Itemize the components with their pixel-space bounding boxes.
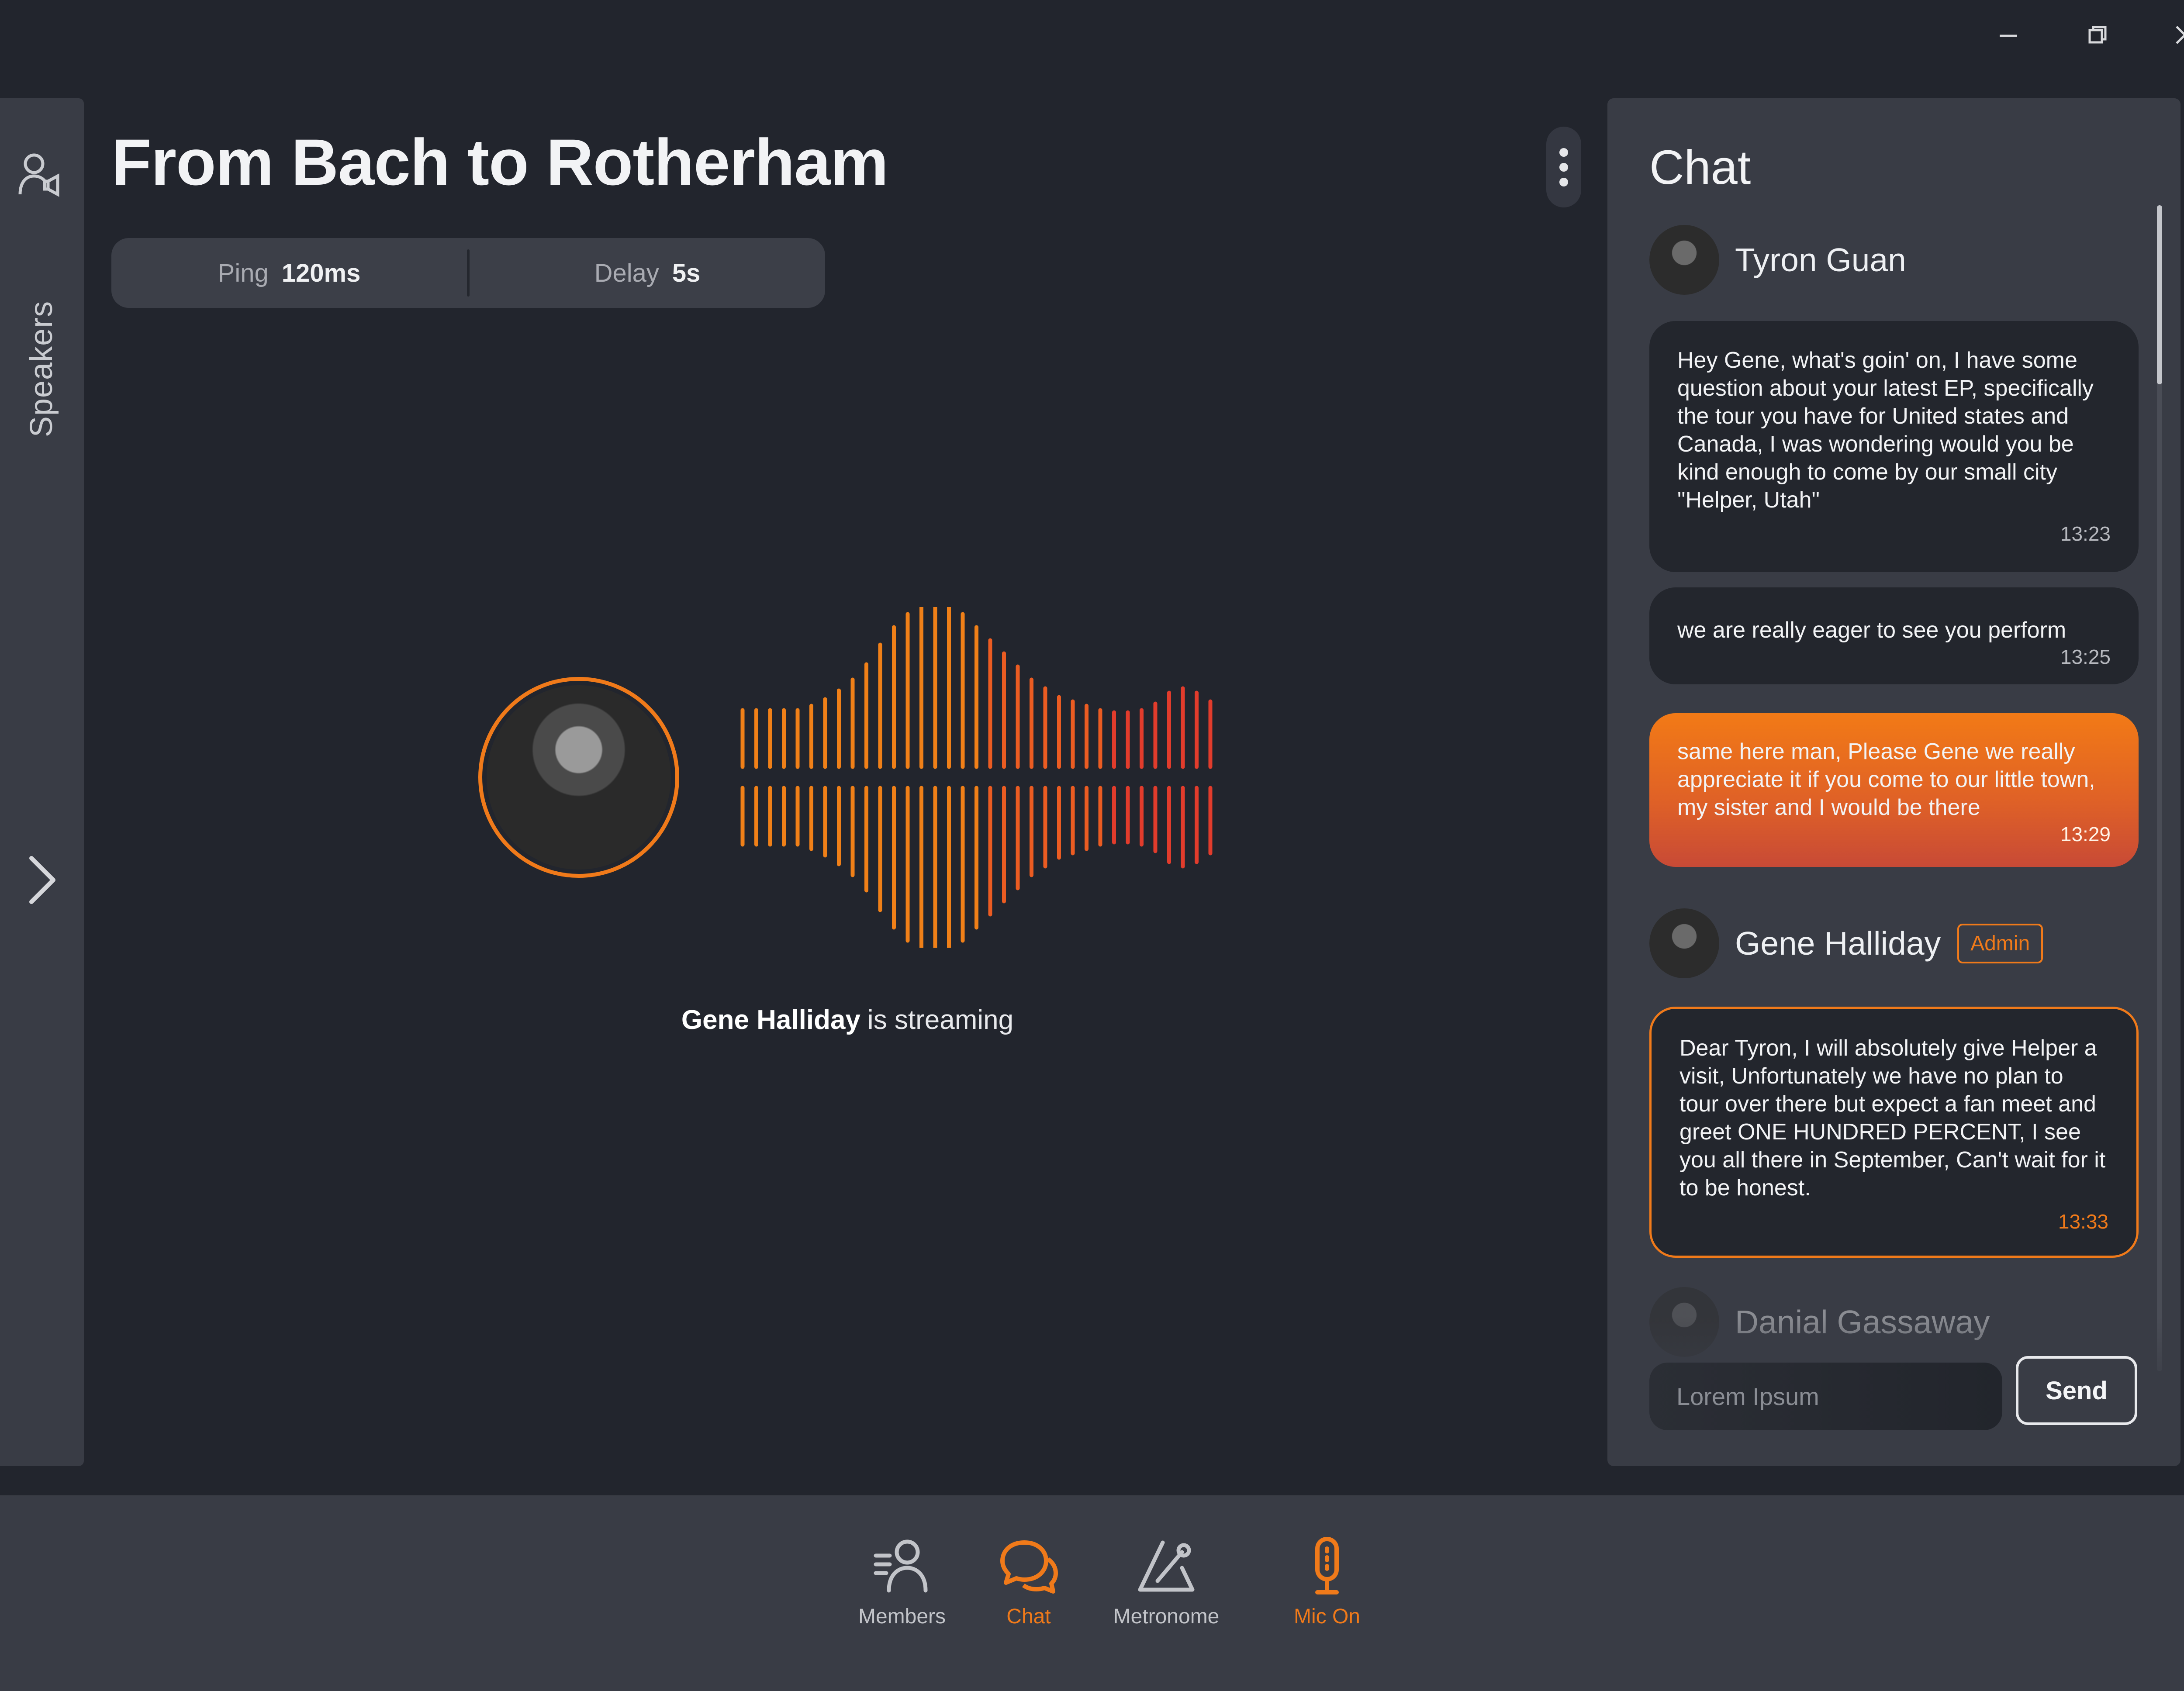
delay-value: 5s: [672, 259, 701, 287]
delay-stat: Delay 5s: [470, 259, 825, 288]
chat-scrollbar-thumb[interactable]: [2157, 205, 2162, 384]
minimize-icon: [2000, 35, 2017, 37]
chat-message: we are really eager to see you perform 1…: [1649, 587, 2139, 684]
chat-icon: [1000, 1540, 1058, 1594]
chat-panel: Chat Tyron Guan Hey Gene, what's goin' o…: [1607, 98, 2181, 1466]
chat-message: Dear Tyron, I will absolutely give Helpe…: [1649, 1007, 2139, 1258]
chat-title: Chat: [1649, 141, 1751, 194]
connection-stats: Ping 120ms Delay 5s: [111, 238, 825, 308]
speakers-sidebar[interactable]: Speakers: [0, 98, 84, 1466]
message-time: 13:25: [2060, 645, 2111, 668]
streamer-photo: [487, 685, 671, 870]
chevron-right-icon[interactable]: [23, 852, 62, 908]
metronome-button[interactable]: Metronome: [1096, 1534, 1236, 1629]
chat-user-header: Gene Halliday Admin: [1649, 908, 2043, 978]
members-icon: [874, 1539, 928, 1593]
members-button[interactable]: Members: [832, 1534, 972, 1629]
streamer-name: Gene Halliday: [681, 1005, 860, 1035]
message-time: 13:23: [2060, 522, 2111, 545]
message-text: Dear Tyron, I will absolutely give Helpe…: [1679, 1035, 2106, 1201]
ping-stat: Ping 120ms: [111, 259, 467, 288]
minimize-button[interactable]: [1995, 22, 2022, 48]
kebab-dot: [1559, 162, 1568, 172]
avatar[interactable]: [1649, 908, 1719, 978]
streamer-avatar[interactable]: [478, 677, 679, 878]
message-time: 13:29: [2060, 823, 2111, 846]
avatar[interactable]: [1649, 225, 1719, 295]
mic-label: Mic On: [1293, 1605, 1360, 1628]
chat-username: Tyron Guan: [1735, 242, 1906, 278]
restore-button[interactable]: [2084, 22, 2111, 48]
chat-message: same here man, Please Gene we really app…: [1649, 713, 2139, 867]
mic-toggle-button[interactable]: Mic On: [1257, 1534, 1397, 1629]
delay-label: Delay: [594, 259, 659, 287]
more-options-button[interactable]: [1546, 127, 1581, 207]
kebab-menu-icon: [1559, 148, 1568, 157]
mic-icon: [1315, 1537, 1339, 1594]
kebab-dot: [1559, 177, 1568, 186]
bottom-toolbar: Members Chat Metronome Mic On: [0, 1495, 2184, 1691]
ping-label: Ping: [218, 259, 269, 287]
message-text: Hey Gene, what's goin' on, I have some q…: [1677, 348, 2094, 513]
chat-message: Hey Gene, what's goin' on, I have some q…: [1649, 321, 2139, 572]
restore-icon: [2088, 26, 2107, 44]
members-label: Members: [858, 1605, 946, 1628]
speakers-label: Speakers: [24, 300, 59, 438]
chat-username: Gene Halliday: [1735, 925, 1941, 962]
chat-label: Chat: [1006, 1605, 1051, 1628]
admin-badge: Admin: [1957, 923, 2043, 963]
chat-user-header: Tyron Guan: [1649, 225, 1906, 295]
metronome-label: Metronome: [1113, 1605, 1220, 1628]
message-text: same here man, Please Gene we really app…: [1677, 739, 2095, 820]
message-time: 13:33: [2058, 1210, 2108, 1233]
speakers-icon: [18, 153, 59, 197]
metronome-icon: [1138, 1540, 1195, 1592]
page-title: From Bach to Rotherham: [111, 125, 888, 199]
close-icon: [2176, 26, 2184, 44]
streaming-text: is streaming: [867, 1005, 1014, 1035]
ping-value: 120ms: [281, 259, 361, 287]
audio-waveform: [716, 607, 1214, 948]
chat-message-input[interactable]: [1649, 1363, 2002, 1430]
message-text: we are really eager to see you perform: [1677, 618, 2067, 643]
close-button[interactable]: [2172, 22, 2184, 48]
chat-button[interactable]: Chat: [959, 1534, 1099, 1629]
send-button[interactable]: Send: [2016, 1356, 2137, 1425]
